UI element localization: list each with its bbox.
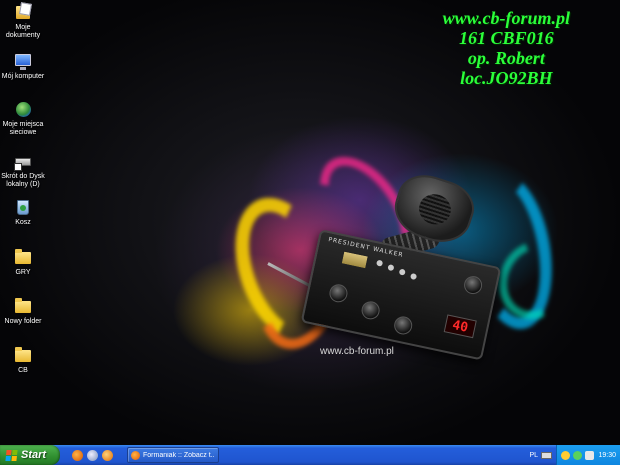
radio-button	[376, 259, 384, 267]
radio-channel-display: 40	[443, 314, 477, 339]
network-places-icon	[14, 100, 32, 118]
desktop-icon-network-places[interactable]: Moje miejsca sieciowe	[0, 100, 46, 137]
desktop-icon-my-documents[interactable]: Moje dokumenty	[0, 3, 46, 40]
radio-knob	[462, 274, 484, 296]
taskbar-window-button[interactable]: Formaniak :: Zobacz t...	[127, 447, 219, 463]
my-computer-icon	[14, 52, 32, 70]
show-desktop-icon[interactable]	[87, 449, 98, 461]
desktop[interactable]: PRESIDENT WALKER 40 www.cb-forum.pl www.…	[0, 0, 620, 445]
folder-icon	[14, 297, 32, 315]
language-indicator[interactable]: PL	[529, 451, 552, 459]
radio-button	[410, 272, 418, 281]
desktop-icon-drive-shortcut[interactable]: Skrót do Dysk lokalny (D)	[0, 152, 46, 189]
recycle-bin-icon	[14, 198, 32, 216]
firefox-icon	[131, 450, 140, 460]
desktop-icon-label: Mój komputer	[1, 73, 45, 80]
desktop-icon-new-folder[interactable]: Nowy folder	[0, 297, 46, 326]
desktop-icon-label: Skrót do Dysk lokalny (D)	[1, 173, 45, 188]
desktop-icon-label: Nowy folder	[4, 318, 42, 325]
desktop-icon-recycle-bin[interactable]: Kosz	[0, 198, 46, 227]
desktop-icon-label: Moje dokumenty	[5, 24, 41, 39]
taskbar-window-title: Formaniak :: Zobacz t...	[143, 451, 215, 459]
folder-icon	[14, 248, 32, 266]
keyboard-icon	[541, 451, 552, 459]
language-label: PL	[529, 451, 538, 459]
radio-knob	[392, 314, 414, 337]
quick-launch	[72, 449, 113, 461]
update-icon[interactable]	[573, 450, 582, 460]
desktop-icon-label: Moje miejsca sieciowe	[2, 121, 44, 136]
radio-button	[387, 264, 395, 272]
desktop-icon-label: CB	[18, 367, 28, 374]
taskbar: Start Formaniak :: Zobacz t... PL 19:30	[0, 445, 620, 465]
firefox-icon[interactable]	[72, 449, 83, 461]
desktop-icon-gry-folder[interactable]: GRY	[0, 248, 46, 277]
radio-button	[398, 268, 406, 276]
mic-grill	[415, 190, 455, 229]
wallpaper-station-text: www.cb-forum.pl 161 CBF016 op. Robert lo…	[443, 8, 570, 88]
radio-knob	[359, 299, 382, 322]
radio-body: PRESIDENT WALKER 40	[300, 229, 502, 361]
radio-knob	[327, 282, 350, 304]
start-button[interactable]: Start	[0, 445, 60, 465]
security-shield-icon[interactable]	[561, 450, 570, 460]
browser-icon[interactable]	[102, 449, 113, 461]
desktop-icon-cb-folder[interactable]: CB	[0, 346, 46, 375]
wallpaper-url-caption: www.cb-forum.pl	[320, 346, 394, 357]
wallpaper-line-callsign: 161 CBF016	[459, 28, 554, 48]
desktop-icon-label: Kosz	[15, 219, 31, 226]
clock[interactable]: 19:30	[598, 452, 616, 459]
desktop-icon-label: GRY	[15, 269, 31, 276]
system-tray: 19:30	[556, 445, 620, 465]
volume-icon[interactable]	[585, 450, 594, 460]
radio-meter	[340, 250, 369, 270]
start-label: Start	[21, 449, 47, 461]
wallpaper-line-website: www.cb-forum.pl	[442, 8, 570, 28]
drive-shortcut-icon	[14, 152, 32, 171]
desktop-icon-my-computer[interactable]: Mój komputer	[0, 52, 46, 81]
windows-logo-icon	[5, 449, 18, 461]
wallpaper-line-operator: op. Robert	[467, 48, 545, 68]
folder-icon	[14, 346, 32, 364]
my-documents-icon	[14, 3, 32, 21]
wallpaper-line-locator: loc.JO92BH	[460, 68, 553, 88]
